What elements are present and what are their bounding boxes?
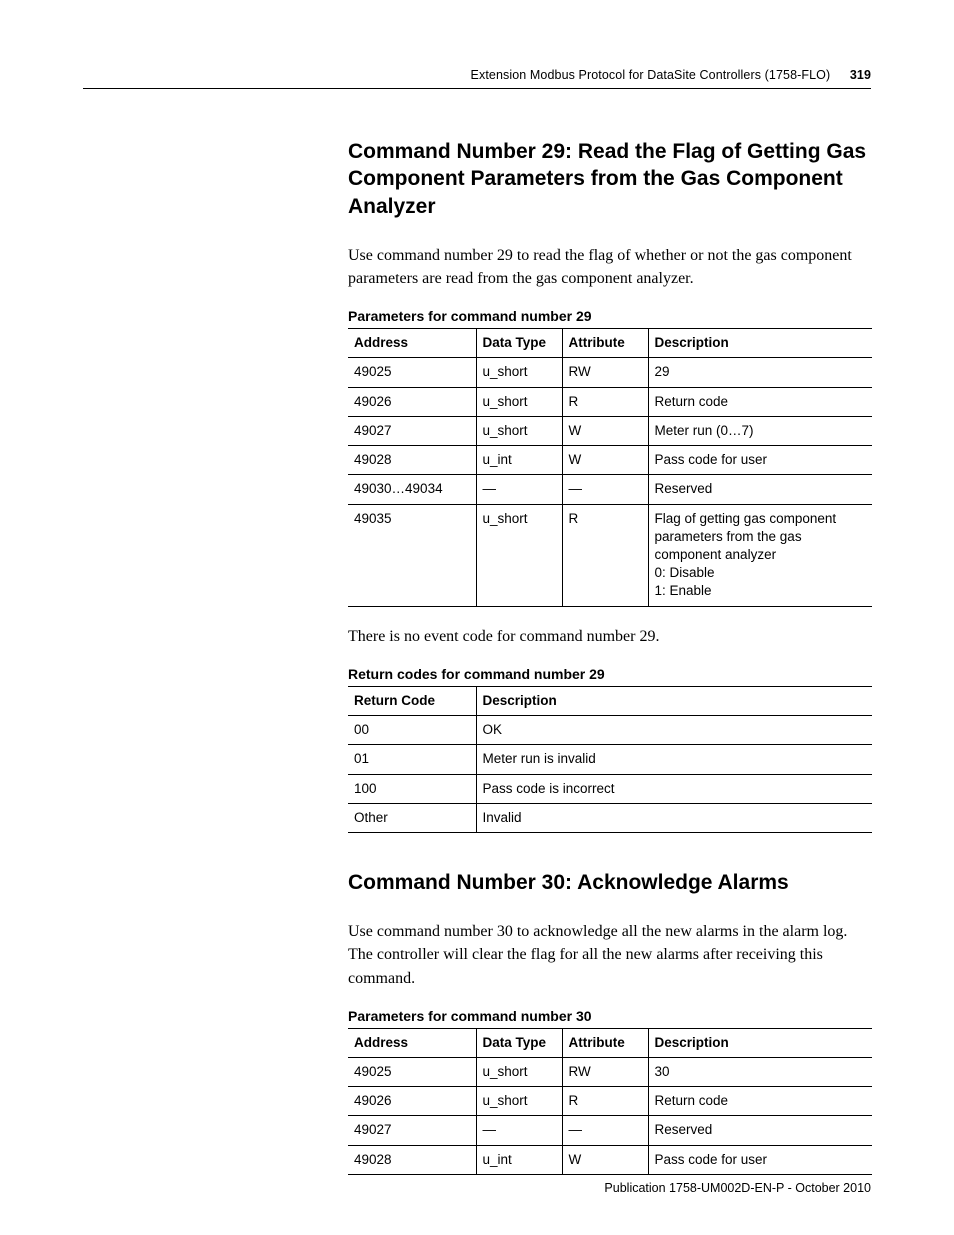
cell-description: Reserved [648,1116,872,1145]
section-title-cmd30: Command Number 30: Acknowledge Alarms [348,869,872,896]
cell-description: Invalid [476,803,872,832]
cell-description: Meter run is invalid [476,745,872,774]
cell-address: 49026 [348,387,476,416]
cell-address: 49028 [348,1145,476,1174]
table-header-row: Return Code Description [348,686,872,715]
cell-description: Return code [648,1087,872,1116]
table-caption-params29: Parameters for command number 29 [348,308,872,324]
cell-code: 01 [348,745,476,774]
cell-address: 49035 [348,504,476,606]
cell-attribute: RW [562,1058,648,1087]
th-attribute: Attribute [562,1028,648,1057]
th-attribute: Attribute [562,329,648,358]
cell-attribute: W [562,416,648,445]
running-title: Extension Modbus Protocol for DataSite C… [471,68,831,82]
th-description: Description [648,329,872,358]
cell-address: 49026 [348,1087,476,1116]
cell-datatype: u_short [476,504,562,606]
table-row: 49026 u_short R Return code [348,387,872,416]
table-caption-params30: Parameters for command number 30 [348,1008,872,1024]
table-header-row: Address Data Type Attribute Description [348,329,872,358]
cell-description: Return code [648,387,872,416]
cell-address: 49027 [348,416,476,445]
cell-address: 49025 [348,358,476,387]
section-title-cmd29: Command Number 29: Read the Flag of Gett… [348,138,872,220]
cell-attribute: R [562,387,648,416]
th-return-code: Return Code [348,686,476,715]
cell-attribute: R [562,504,648,606]
table-row: 00 OK [348,716,872,745]
cell-datatype: u_short [476,1058,562,1087]
cell-description: Pass code for user [648,1145,872,1174]
table-header-row: Address Data Type Attribute Description [348,1028,872,1057]
cell-description: 29 [648,358,872,387]
page-content: Command Number 29: Read the Flag of Gett… [348,130,872,1193]
footer-publication: Publication 1758-UM002D-EN-P - October 2… [604,1181,871,1195]
th-description: Description [476,686,872,715]
cell-code: 100 [348,774,476,803]
table-row: 100 Pass code is incorrect [348,774,872,803]
cell-address: 49027 [348,1116,476,1145]
table-row: 49035 u_short R Flag of getting gas comp… [348,504,872,606]
th-description: Description [648,1028,872,1057]
cell-description: Pass code for user [648,446,872,475]
cell-datatype: — [476,1116,562,1145]
table-row: 49028 u_int W Pass code for user [348,446,872,475]
th-address: Address [348,1028,476,1057]
th-datatype: Data Type [476,329,562,358]
th-datatype: Data Type [476,1028,562,1057]
running-header: Extension Modbus Protocol for DataSite C… [471,68,871,82]
table-row: 49028 u_int W Pass code for user [348,1145,872,1174]
table-retcodes29: Return Code Description 00 OK 01 Meter r… [348,686,872,833]
cell-description: Flag of getting gas component parameters… [648,504,872,606]
cell-datatype: u_short [476,387,562,416]
cell-attribute: RW [562,358,648,387]
cell-description: 30 [648,1058,872,1087]
cell-attribute: R [562,1087,648,1116]
cell-address: 49028 [348,446,476,475]
table-params30: Address Data Type Attribute Description … [348,1028,872,1175]
cell-datatype: u_short [476,1087,562,1116]
th-address: Address [348,329,476,358]
table-row: 49025 u_short RW 30 [348,1058,872,1087]
cell-code: 00 [348,716,476,745]
cell-attribute: — [562,1116,648,1145]
cell-code: Other [348,803,476,832]
table-row: 49027 u_short W Meter run (0…7) [348,416,872,445]
cell-description: Reserved [648,475,872,504]
cell-address: 49025 [348,1058,476,1087]
header-rule [83,88,871,89]
section-intro-cmd29: Use command number 29 to read the flag o… [348,244,872,290]
table-caption-retcodes29: Return codes for command number 29 [348,666,872,682]
cell-attribute: W [562,1145,648,1174]
cell-description: Meter run (0…7) [648,416,872,445]
cell-datatype: u_short [476,416,562,445]
cell-datatype: u_int [476,1145,562,1174]
note-after-params29: There is no event code for command numbe… [348,625,872,648]
cell-attribute: W [562,446,648,475]
cell-address: 49030…49034 [348,475,476,504]
table-row: 49026 u_short R Return code [348,1087,872,1116]
page-number: 319 [850,68,871,82]
table-row: 01 Meter run is invalid [348,745,872,774]
cell-attribute: — [562,475,648,504]
cell-datatype: u_int [476,446,562,475]
table-row: 49027 — — Reserved [348,1116,872,1145]
cell-description: Pass code is incorrect [476,774,872,803]
cell-description: OK [476,716,872,745]
cell-datatype: u_short [476,358,562,387]
table-params29: Address Data Type Attribute Description … [348,328,872,606]
table-row: Other Invalid [348,803,872,832]
section-intro-cmd30: Use command number 30 to acknowledge all… [348,920,872,990]
table-row: 49030…49034 — — Reserved [348,475,872,504]
table-row: 49025 u_short RW 29 [348,358,872,387]
cell-datatype: — [476,475,562,504]
